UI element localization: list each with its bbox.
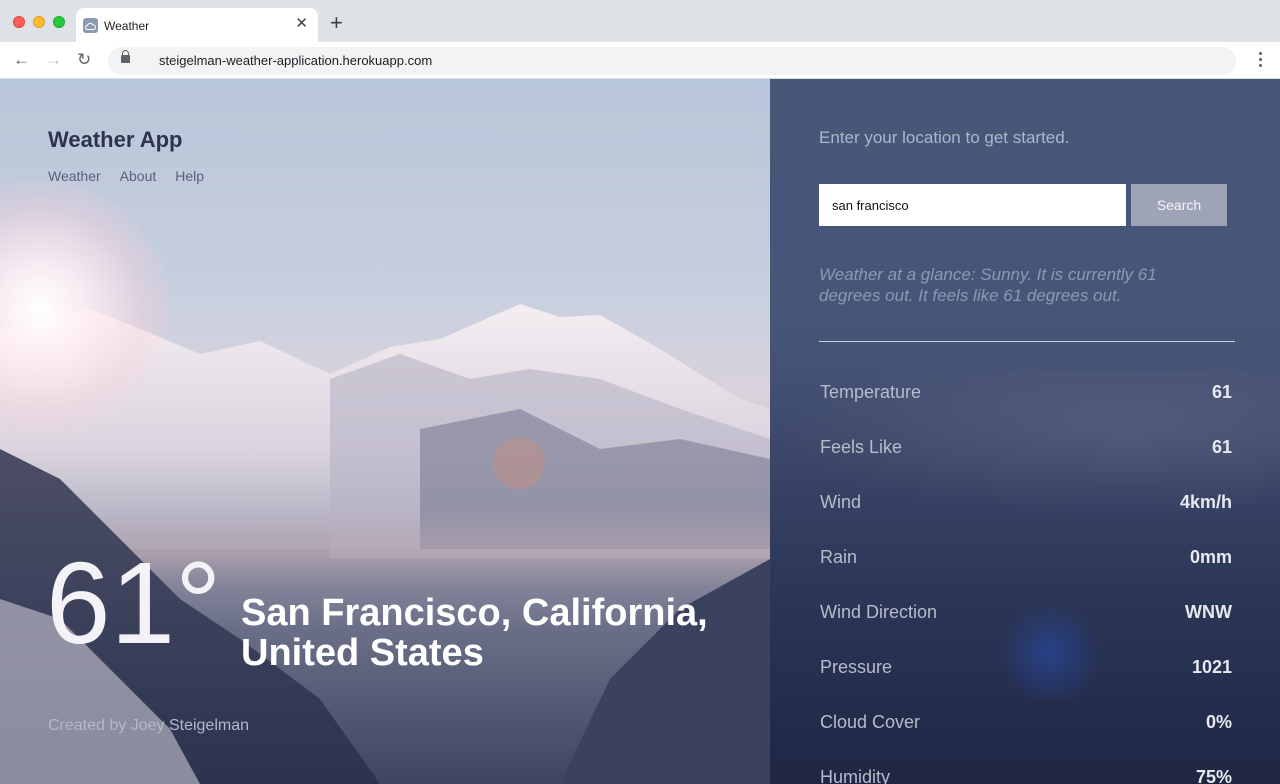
stat-row-rain: Rain 0mm — [820, 547, 1232, 602]
lock-icon — [121, 50, 130, 63]
stat-row-feels-like: Feels Like 61 — [820, 437, 1232, 492]
cloud-icon — [83, 18, 98, 33]
browser-toolbar: ← → ↻ steigelman-weather-application.her… — [0, 42, 1280, 79]
weather-details-panel: Enter your location to get started. Sear… — [770, 79, 1280, 784]
stat-label: Humidity — [820, 767, 891, 784]
back-arrow-icon[interactable]: ← — [13, 50, 30, 70]
left-pane: Weather App Weather About Help 61° San F… — [0, 79, 770, 784]
location-prompt: Enter your location to get started. — [819, 128, 1070, 147]
stat-row-wind-direction: Wind Direction WNW — [820, 602, 1232, 657]
stat-label: Wind — [820, 492, 862, 512]
nav-link-weather[interactable]: Weather — [48, 168, 101, 184]
stat-label: Pressure — [820, 657, 893, 677]
main-nav: Weather About Help — [48, 168, 204, 184]
nav-link-help[interactable]: Help — [175, 168, 204, 184]
stat-value: 61 — [1211, 437, 1232, 457]
footer-credit: Created by Joey Steigelman — [48, 717, 249, 734]
app-title: Weather App — [48, 127, 183, 152]
url-text: steigelman-weather-application.herokuapp… — [159, 53, 433, 68]
window-close-button[interactable] — [13, 16, 25, 28]
stat-value: 4km/h — [1179, 492, 1232, 512]
new-tab-icon[interactable]: + — [330, 12, 343, 34]
stat-row-cloud-cover: Cloud Cover 0% — [820, 712, 1232, 767]
current-temperature: 61° — [46, 538, 222, 668]
stat-value: 0% — [1205, 712, 1232, 732]
tab-close-icon[interactable]: ✕ — [295, 16, 308, 32]
stat-row-humidity: Humidity 75% — [820, 767, 1232, 784]
weather-summary: Weather at a glance: Sunny. It is curren… — [819, 265, 1157, 305]
divider — [819, 341, 1235, 342]
stat-row-temperature: Temperature 61 — [820, 382, 1232, 437]
weather-page: Weather App Weather About Help 61° San F… — [0, 79, 1280, 784]
stat-value: 1021 — [1191, 657, 1232, 677]
reload-icon[interactable]: ↻ — [77, 50, 91, 70]
tab-title: Weather — [104, 19, 150, 33]
stat-value: 61 — [1211, 382, 1232, 402]
nav-link-about[interactable]: About — [120, 168, 157, 184]
stat-label: Rain — [820, 547, 858, 567]
window-minimize-button[interactable] — [33, 16, 45, 28]
stat-row-wind: Wind 4km/h — [820, 492, 1232, 547]
address-bar[interactable]: steigelman-weather-application.herokuapp… — [108, 47, 1236, 75]
browser-menu-icon[interactable] — [1259, 52, 1263, 70]
stat-value: 0mm — [1189, 547, 1232, 567]
stat-label: Wind Direction — [820, 602, 938, 622]
stat-value: WNW — [1185, 602, 1232, 622]
stat-label: Feels Like — [820, 437, 903, 457]
stat-value: 75% — [1195, 767, 1232, 784]
weather-stats-list: Temperature 61 Feels Like 61 Wind 4km/h … — [820, 382, 1232, 784]
forward-arrow-icon[interactable]: → — [45, 50, 62, 70]
location-name: San Francisco, California, United States — [241, 592, 708, 674]
location-search-input[interactable] — [819, 184, 1126, 226]
stat-row-pressure: Pressure 1021 — [820, 657, 1232, 712]
window-zoom-button[interactable] — [53, 16, 65, 28]
stat-label: Temperature — [820, 382, 922, 402]
browser-tab-bar: Weather ✕ + — [0, 0, 1280, 42]
stat-label: Cloud Cover — [820, 712, 921, 732]
browser-tab[interactable]: Weather ✕ — [76, 8, 318, 42]
search-button[interactable]: Search — [1131, 184, 1227, 226]
